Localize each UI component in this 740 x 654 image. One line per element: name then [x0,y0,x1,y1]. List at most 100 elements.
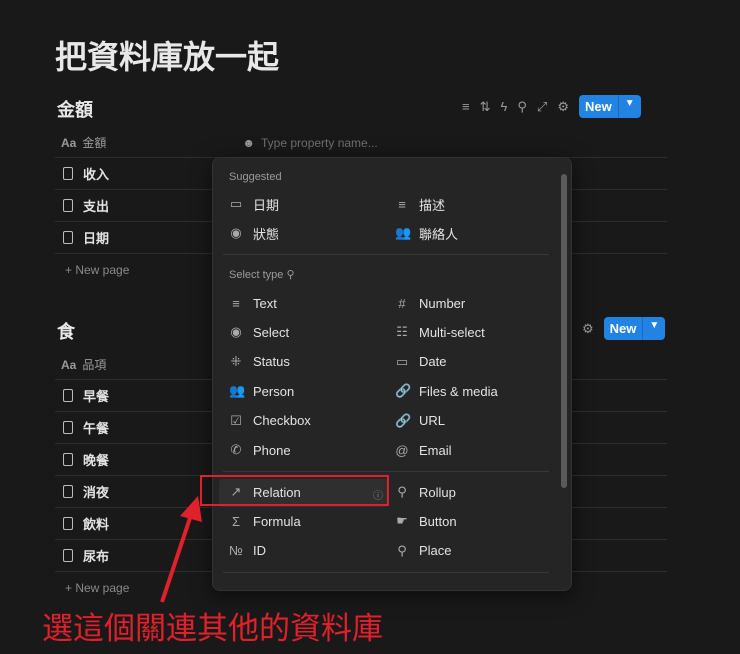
select-type-text: Select type [229,269,284,281]
item-label: ID [253,543,266,559]
person-icon: 👥 [395,225,412,240]
item-label: Number [419,295,466,311]
menu-item-id[interactable]: № ID [229,538,266,564]
item-label: Date [419,354,447,370]
item-label: 描述 [419,197,446,213]
annotation-text: 選這個關連其他的資料庫 [42,611,383,646]
menu-item-checkbox[interactable]: ☑ Checkbox [229,408,311,434]
item-label: Rollup [419,484,456,500]
menu-item-formula[interactable]: Σ Formula [229,508,301,534]
page-title: 把資料庫放一起 [55,39,280,75]
page-icon [63,421,73,434]
page-icon [63,485,73,498]
sigma-icon: Σ [231,513,241,529]
number-sign-icon: № [229,543,243,559]
menu-item-date-suggested[interactable]: ▭ 日期 [229,191,279,217]
title-property-icon: Aa [61,357,77,372]
page-icon [63,231,73,244]
sort-icon[interactable]: ⇅ [480,99,491,115]
row-title: 晚餐 [83,453,110,468]
menu-item-status-suggested[interactable]: ◉ 狀態 [229,220,279,246]
calendar-icon: ▭ [395,353,409,369]
database-title-food[interactable]: 食 [57,318,75,344]
emoji-icon[interactable]: ☻ [242,136,255,150]
row-title: 早餐 [83,389,110,404]
menu-item-select[interactable]: ◉ Select [229,319,289,345]
property-name-input[interactable]: Type property name... [261,136,378,150]
page-icon [63,167,73,180]
menu-item-date[interactable]: ▭ Date [395,349,447,375]
item-label: Email [419,442,452,458]
item-label: Multi-select [419,324,485,340]
page-icon [63,453,73,466]
column-header[interactable]: 品項 [82,356,106,373]
menu-item-place[interactable]: ⚲ Place [395,538,452,564]
select-icon: ◉ [230,225,242,240]
search-icon: ⚲ [397,484,407,499]
highlight-box [200,475,389,506]
menu-item-button[interactable]: ☛ Button [395,508,457,534]
menu-item-phone[interactable]: ✆ Phone [229,437,291,463]
row-title: 收入 [83,167,110,182]
item-label: Button [419,513,457,529]
menu-item-url[interactable]: 🔗 URL [395,408,445,434]
settings-icon[interactable]: ⚙ [582,321,594,337]
select-icon: ◉ [230,324,242,340]
new-page-button[interactable]: + New page [65,581,129,595]
row-title: 飲料 [83,517,110,532]
column-header[interactable]: 金額 [82,134,106,151]
new-button[interactable]: New ▼ [603,317,666,340]
menu-item-email[interactable]: @ Email [395,437,452,463]
menu-item-contact[interactable]: 👥 聯絡人 [395,220,458,246]
multi-select-icon: ☷ [396,324,408,340]
expand-icon[interactable]: ⤢ [537,99,547,115]
database-title-amount[interactable]: 金額 [57,96,93,122]
page-icon [63,517,73,530]
menu-item-status[interactable]: ⁜ Status [229,349,290,375]
search-icon[interactable]: ⚲ [517,99,527,115]
phone-icon: ✆ [230,442,242,457]
chevron-down-icon[interactable]: ▼ [642,317,665,340]
new-page-button[interactable]: + New page [65,263,129,277]
menu-item-files-media[interactable]: 🔗 Files & media [395,378,498,404]
scrollbar[interactable] [561,174,567,488]
database-toolbar: ≡ ⇅ ϟ ⚲ ⤢ ⚙ New ▼ [462,95,641,118]
row-title: 消夜 [83,485,110,500]
row-title: 尿布 [83,549,110,564]
item-label: Phone [253,442,291,458]
menu-item-person[interactable]: 👥 Person [229,378,294,404]
paperclip-icon: 🔗 [395,383,412,399]
menu-item-multi-select[interactable]: ☷ Multi-select [395,319,485,345]
location-pin-icon: ⚲ [397,542,407,558]
divider [223,254,549,255]
database-toolbar: ⚙ New ▼ [582,317,666,340]
new-button-label[interactable]: New [579,95,618,118]
page-icon [63,549,73,562]
menu-item-rollup[interactable]: ⚲ Rollup [395,479,456,505]
chevron-down-icon[interactable]: ▼ [617,95,641,118]
item-label: Place [419,543,452,559]
search-icon[interactable]: ⚲ [286,269,294,281]
settings-icon[interactable]: ⚙ [557,99,569,115]
item-label: Text [253,295,277,311]
page-icon [63,199,73,212]
menu-item-text[interactable]: ≡ Text [229,290,277,316]
status-icon: ⁜ [230,353,242,369]
new-button-label[interactable]: New [604,317,643,340]
menu-item-number[interactable]: # Number [395,290,465,316]
text-icon: ≡ [232,295,240,311]
person-icon: 👥 [229,383,246,399]
number-icon: # [398,295,406,311]
item-label: Select [253,324,290,340]
menu-item-description[interactable]: ≡ 描述 [395,191,445,217]
new-button[interactable]: New ▼ [578,95,641,118]
automation-icon[interactable]: ϟ [501,99,508,114]
row-title: 午餐 [83,421,110,436]
page-icon [63,389,73,402]
checkbox-icon: ☑ [230,412,242,428]
row-title: 支出 [83,199,110,214]
item-label: 狀態 [253,226,280,242]
divider [223,572,549,573]
item-label: Status [253,354,290,370]
filter-icon[interactable]: ≡ [462,99,470,114]
